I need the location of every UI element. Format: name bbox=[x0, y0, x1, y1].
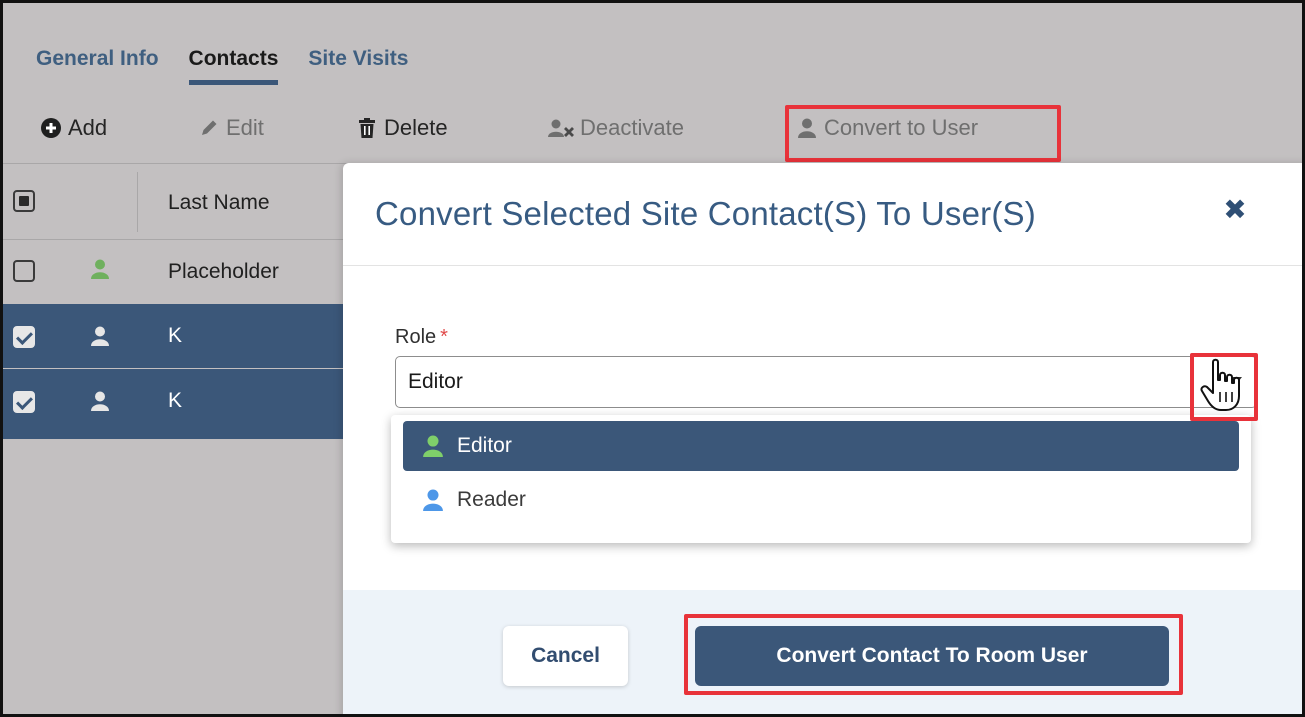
role-dropdown-list: Editor Reader bbox=[391, 415, 1251, 543]
delete-label: Delete bbox=[384, 115, 448, 140]
role-option-label: Reader bbox=[457, 488, 526, 511]
last-name-cell: Placeholder bbox=[168, 260, 279, 283]
table-row[interactable]: K bbox=[3, 369, 348, 439]
role-selected-value: Editor bbox=[408, 370, 463, 393]
edit-label: Edit bbox=[226, 115, 264, 140]
user-x-icon bbox=[548, 117, 574, 139]
add-label: Add bbox=[68, 115, 108, 140]
tab-contacts[interactable]: Contacts bbox=[188, 47, 278, 85]
pencil-icon bbox=[198, 117, 220, 139]
deactivate-button[interactable]: Deactivate bbox=[548, 115, 684, 141]
cancel-button[interactable]: Cancel bbox=[503, 626, 628, 686]
add-button[interactable]: Add bbox=[40, 115, 107, 141]
row-checkbox[interactable] bbox=[13, 391, 35, 413]
grid-header: Last Name bbox=[3, 163, 348, 240]
deactivate-label: Deactivate bbox=[580, 115, 684, 140]
edit-button[interactable]: Edit bbox=[198, 115, 264, 141]
tab-bar: General Info Contacts Site Visits bbox=[36, 47, 408, 85]
role-label: Role * bbox=[395, 326, 448, 349]
role-option-reader[interactable]: Reader bbox=[403, 475, 1239, 525]
row-checkbox[interactable] bbox=[13, 260, 35, 282]
last-name-cell: K bbox=[168, 389, 183, 412]
contacts-page: General Info Contacts Site Visits Add Ed… bbox=[0, 0, 1305, 717]
row-checkbox[interactable] bbox=[13, 326, 35, 348]
table-row[interactable]: Placeholder bbox=[3, 240, 348, 304]
person-icon bbox=[91, 259, 109, 279]
tab-general-info[interactable]: General Info bbox=[36, 47, 159, 71]
plus-circle-icon bbox=[40, 117, 62, 139]
role-select[interactable]: Editor bbox=[395, 356, 1257, 408]
select-all-checkbox[interactable] bbox=[13, 190, 35, 212]
trash-icon bbox=[356, 117, 378, 139]
highlight-box-convert-to-user bbox=[785, 105, 1061, 162]
highlight-box-convert-button bbox=[684, 614, 1183, 695]
last-name-cell: K bbox=[168, 324, 183, 347]
close-icon[interactable]: ✖ bbox=[1220, 195, 1250, 225]
tab-site-visits[interactable]: Site Visits bbox=[308, 47, 408, 71]
role-option-editor[interactable]: Editor bbox=[403, 421, 1239, 471]
person-icon bbox=[423, 489, 443, 511]
person-icon bbox=[91, 391, 109, 411]
delete-button[interactable]: Delete bbox=[356, 115, 448, 141]
divider bbox=[343, 265, 1302, 266]
role-label-text: Role bbox=[395, 326, 437, 348]
person-icon bbox=[423, 435, 443, 457]
hand-cursor-icon bbox=[1200, 358, 1240, 411]
column-last-name[interactable]: Last Name bbox=[168, 191, 270, 215]
column-divider bbox=[137, 172, 138, 232]
person-icon bbox=[91, 326, 109, 346]
dialog-title: Convert Selected Site Contact(S) To User… bbox=[375, 195, 1036, 232]
role-option-label: Editor bbox=[457, 434, 512, 457]
table-row[interactable]: K bbox=[3, 304, 348, 368]
required-mark: * bbox=[440, 326, 448, 348]
